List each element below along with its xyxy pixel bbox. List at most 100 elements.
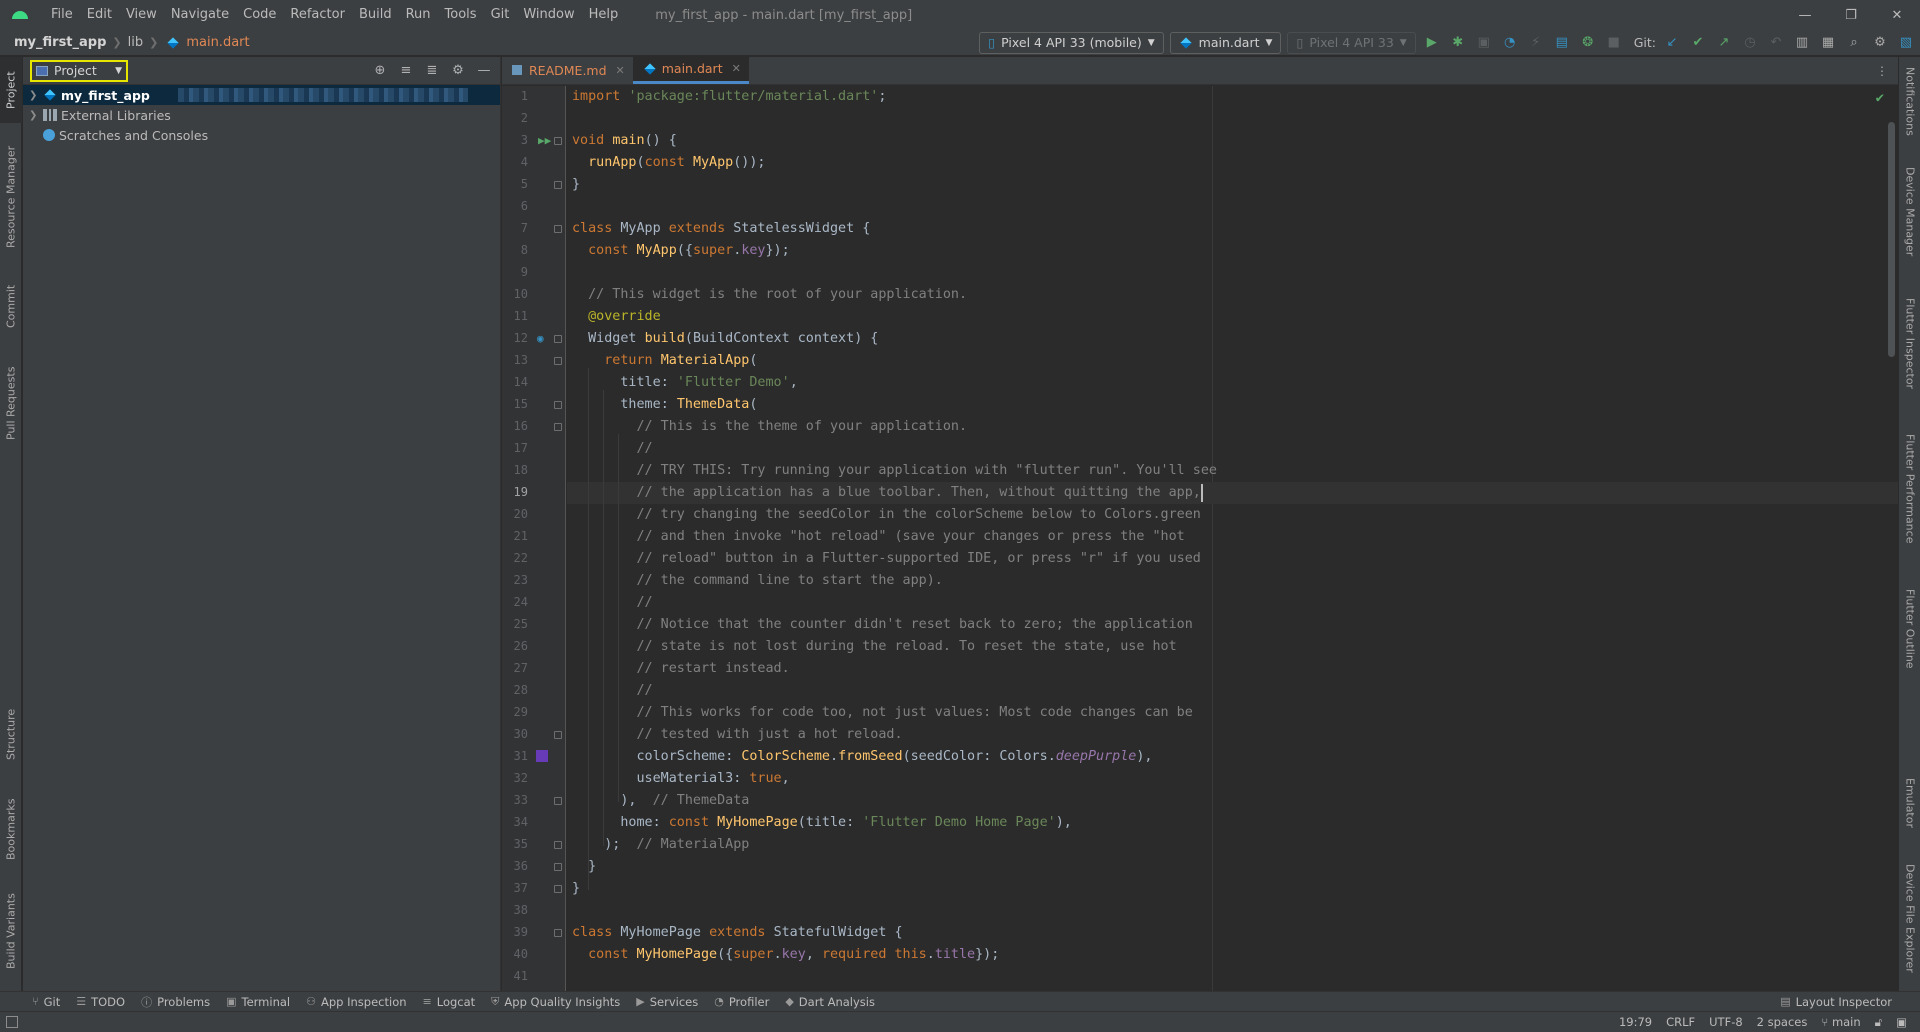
line-number[interactable]: 29 <box>502 705 528 719</box>
line-number[interactable]: 1 <box>502 89 528 103</box>
menu-help[interactable]: Help <box>582 0 626 30</box>
line-number[interactable]: 19 <box>502 485 528 499</box>
menu-code[interactable]: Code <box>236 0 283 30</box>
code-line[interactable]: } <box>572 174 580 196</box>
account-avatar-icon[interactable]: ▧ <box>1896 33 1916 53</box>
read-only-lock-icon[interactable]: 🔓︎ <box>1868 1015 1889 1030</box>
tool-app-quality-insights[interactable]: ⛨ App Quality Insights <box>483 995 628 1009</box>
code-line[interactable]: Widget build(BuildContext context) { <box>572 328 878 350</box>
debug-icon[interactable]: ✱ <box>1448 33 1468 53</box>
code-line[interactable]: // This widget is the root of your appli… <box>572 284 967 306</box>
tool-app-inspection[interactable]: ⚇ App Inspection <box>298 995 414 1009</box>
code-line[interactable]: // <box>572 680 653 702</box>
line-number[interactable]: 15 <box>502 397 528 411</box>
menu-window[interactable]: Window <box>516 0 581 30</box>
code-line[interactable]: // restart instead. <box>572 658 790 680</box>
line-number[interactable]: 5 <box>502 177 528 191</box>
code-line[interactable]: // and then invoke "hot reload" (save yo… <box>572 526 1185 548</box>
tab-device-manager[interactable]: Device Manager <box>1899 157 1920 267</box>
line-number[interactable]: 34 <box>502 815 528 829</box>
tab-flutter-outline[interactable]: Flutter Outline <box>1899 573 1920 685</box>
expand-all-icon[interactable]: ≡ <box>396 61 416 81</box>
search-icon[interactable]: ⌕ <box>1844 33 1864 53</box>
restore-button[interactable]: ❐ <box>1828 0 1874 30</box>
run-main-gutter-icon[interactable]: ▶▶ <box>538 134 551 147</box>
apply-changes-icon[interactable]: ▤ <box>1552 33 1572 53</box>
code-line[interactable]: // <box>572 592 653 614</box>
tab-project[interactable]: Project <box>0 57 22 123</box>
code-line[interactable]: const MyHomePage({super.key, required th… <box>572 944 999 966</box>
fold-marker-icon[interactable] <box>554 841 562 849</box>
sdk-manager-icon[interactable]: ▦ <box>1818 33 1838 53</box>
collapse-all-icon[interactable]: ≣ <box>422 61 442 81</box>
code-line[interactable]: runApp(const MyApp()); <box>572 152 765 174</box>
line-number[interactable]: 36 <box>502 859 528 873</box>
tool-dart-analysis[interactable]: ◆ Dart Analysis <box>777 995 883 1009</box>
no-problems-check-icon[interactable]: ✔ <box>1876 90 1884 106</box>
tab-pull-requests[interactable]: Pull Requests <box>0 353 22 453</box>
line-number[interactable]: 13 <box>502 353 528 367</box>
breadcrumb-project[interactable]: my_first_app <box>12 35 108 50</box>
tree-item-external-libraries[interactable]: ❯ External Libraries <box>23 105 500 125</box>
editor-scrollbar-thumb[interactable] <box>1888 122 1895 357</box>
menu-file[interactable]: File <box>44 0 80 30</box>
code-line[interactable]: // tested with just a hot reload. <box>572 724 903 746</box>
fold-marker-icon[interactable] <box>554 731 562 739</box>
device-selector[interactable]: ▯ Pixel 4 API 33 (mobile) ▼ <box>979 31 1164 54</box>
code-line[interactable]: colorScheme: ColorScheme.fromSeed(seedCo… <box>572 746 1153 768</box>
close-tab-icon[interactable]: ✕ <box>732 62 741 75</box>
gear-icon[interactable]: ⚙ <box>1870 33 1890 53</box>
line-number[interactable]: 14 <box>502 375 528 389</box>
device-manager-icon[interactable]: ▥ <box>1792 33 1812 53</box>
menu-run[interactable]: Run <box>399 0 438 30</box>
chevron-right-icon[interactable]: ❯ <box>29 90 43 101</box>
line-separator[interactable]: CRLF <box>1659 1015 1702 1029</box>
code-line[interactable]: } <box>572 856 596 878</box>
code-line[interactable]: } <box>572 878 580 900</box>
project-view-selector[interactable]: Project ▼ <box>30 59 128 82</box>
line-number[interactable]: 25 <box>502 617 528 631</box>
menu-build[interactable]: Build <box>352 0 399 30</box>
override-gutter-icon[interactable]: ◉ <box>537 332 544 345</box>
code-line[interactable]: // state is not lost during the reload. … <box>572 636 1177 658</box>
line-number[interactable]: 40 <box>502 947 528 961</box>
tab-commit[interactable]: Commit <box>0 271 22 341</box>
code-line[interactable]: // TRY THIS: Try running your applicatio… <box>572 460 1217 482</box>
git-update-icon[interactable]: ↙ <box>1662 33 1682 53</box>
fold-marker-icon[interactable] <box>554 885 562 893</box>
color-swatch-gutter-icon[interactable] <box>536 750 548 762</box>
code-line[interactable]: @override <box>572 306 661 328</box>
menu-refactor[interactable]: Refactor <box>283 0 352 30</box>
line-number[interactable]: 11 <box>502 309 528 323</box>
line-number[interactable]: 20 <box>502 507 528 521</box>
line-number[interactable]: 10 <box>502 287 528 301</box>
tool-logcat[interactable]: ≡ Logcat <box>415 995 484 1009</box>
fold-marker-icon[interactable] <box>554 137 562 145</box>
code-line[interactable]: // the command line to start the app). <box>572 570 943 592</box>
git-rollback-icon[interactable]: ↶ <box>1766 33 1786 53</box>
hide-panel-icon[interactable]: — <box>474 61 494 81</box>
line-number[interactable]: 35 <box>502 837 528 851</box>
code-line[interactable]: return MaterialApp( <box>572 350 757 372</box>
line-number[interactable]: 32 <box>502 771 528 785</box>
git-commit-icon[interactable]: ✔ <box>1688 33 1708 53</box>
line-number[interactable]: 41 <box>502 969 528 983</box>
fold-marker-icon[interactable] <box>554 401 562 409</box>
git-branch[interactable]: ⑂ main <box>1814 1015 1867 1029</box>
tab-flutter-inspector[interactable]: Flutter Inspector <box>1899 283 1920 405</box>
line-number[interactable]: 33 <box>502 793 528 807</box>
menu-git[interactable]: Git <box>484 0 517 30</box>
code-line[interactable]: // try changing the seedColor in the col… <box>572 504 1201 526</box>
tab-resource-manager[interactable]: Resource Manager <box>0 137 22 257</box>
indent-setting[interactable]: 2 spaces <box>1750 1015 1815 1029</box>
line-number[interactable]: 4 <box>502 155 528 169</box>
tool-problems[interactable]: ⓘ Problems <box>133 994 218 1010</box>
chevron-right-icon[interactable]: ❯ <box>29 110 43 121</box>
line-number[interactable]: 30 <box>502 727 528 741</box>
git-history-icon[interactable]: ◷ <box>1740 33 1760 53</box>
line-number[interactable]: 28 <box>502 683 528 697</box>
tab-emulator[interactable]: Emulator <box>1899 767 1920 839</box>
code-line[interactable]: import 'package:flutter/material.dart'; <box>572 86 886 108</box>
code-line[interactable]: class MyApp extends StatelessWidget { <box>572 218 870 240</box>
line-number[interactable]: 2 <box>502 111 528 125</box>
